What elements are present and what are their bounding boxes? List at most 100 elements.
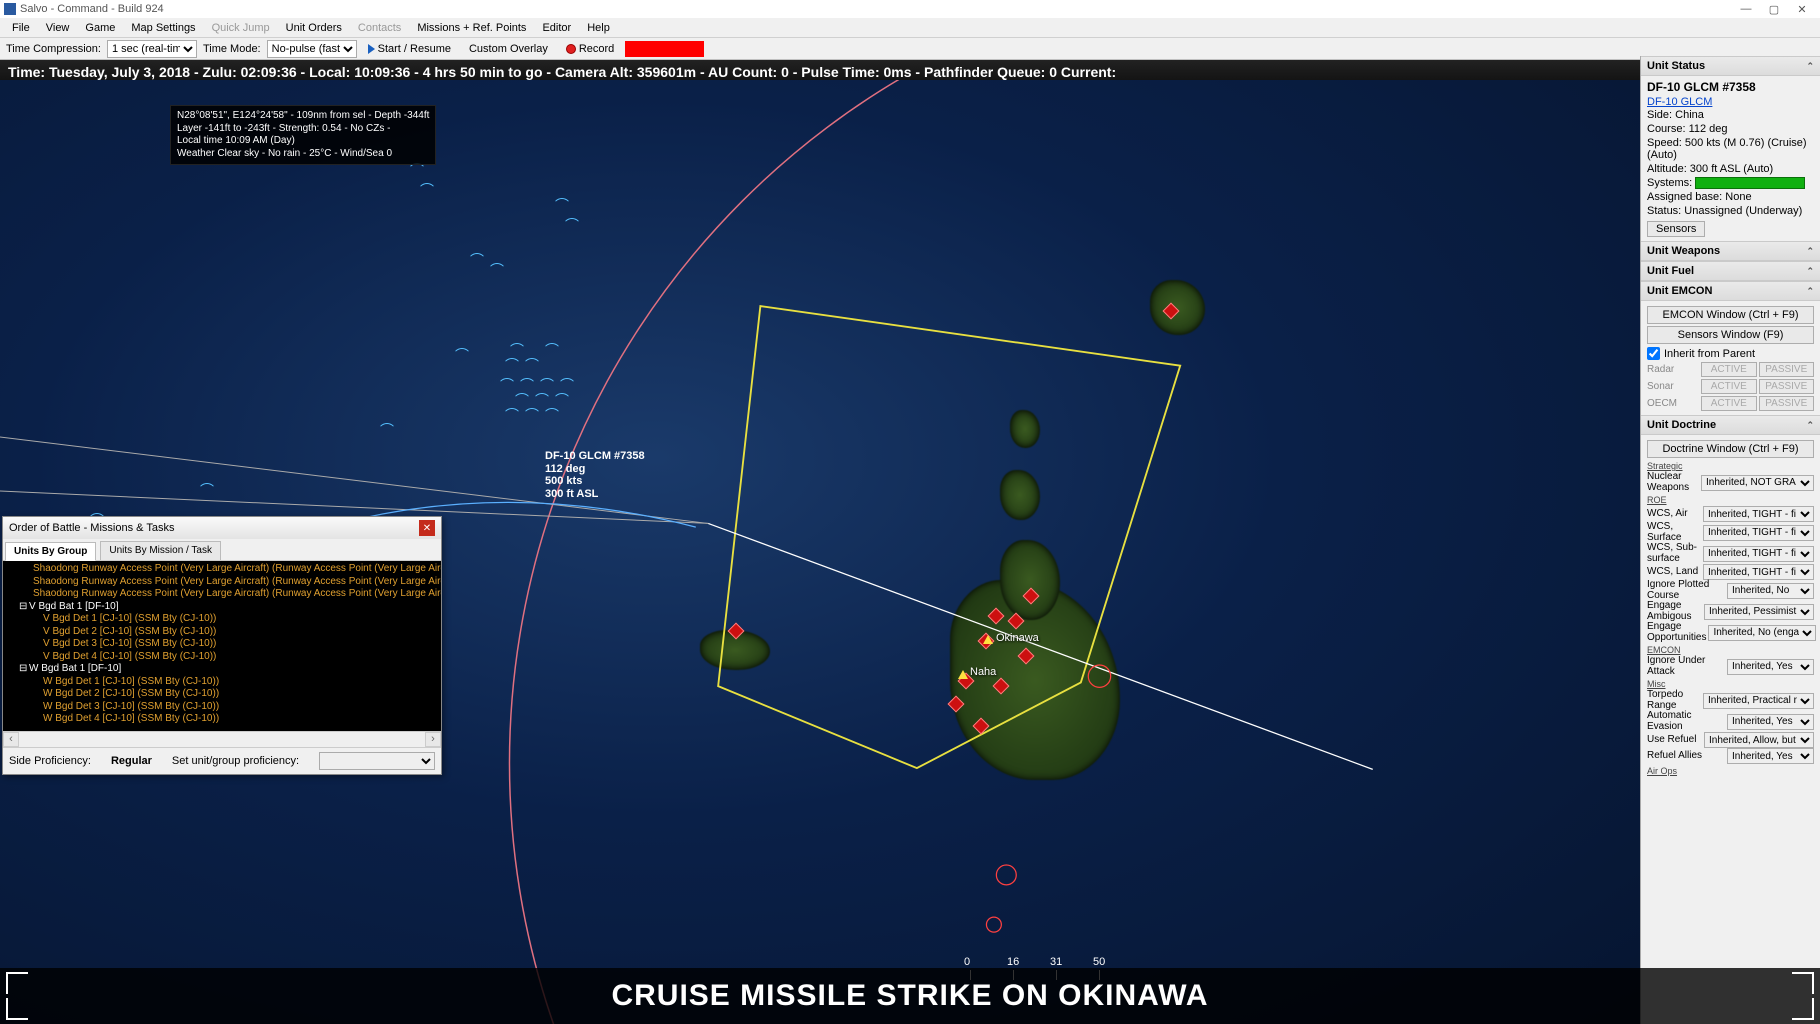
friendly-unit-icon[interactable]: ⌒ <box>490 260 506 272</box>
oob-tree[interactable]: Shaodong Runway Access Point (Very Large… <box>3 561 441 731</box>
set-prof-select[interactable] <box>319 752 435 770</box>
oob-row[interactable]: Shaodong Runway Access Point (Very Large… <box>3 588 441 601</box>
expand-icon[interactable]: ⊟ <box>19 663 29 676</box>
friendly-unit-icon[interactable]: ⌒ <box>200 480 216 492</box>
maximize-button[interactable]: ▢ <box>1760 0 1788 18</box>
doctrine-select[interactable]: Inherited, NOT GRA <box>1701 475 1814 491</box>
oob-hscrollbar[interactable]: ‹ › <box>3 731 441 747</box>
friendly-unit-icon[interactable]: ⌒ <box>555 390 571 402</box>
oob-row[interactable]: V Bgd Det 2 [CJ-10] (SSM Bty (CJ-10)) <box>3 626 441 639</box>
unit-doctrine-header[interactable]: Unit Doctrine ⌃ <box>1641 415 1820 435</box>
start-resume-button[interactable]: Start / Resume <box>361 41 458 57</box>
oob-row[interactable]: W Bgd Det 2 [CJ-10] (SSM Bty (CJ-10)) <box>3 688 441 701</box>
friendly-unit-icon[interactable]: ⌒ <box>380 420 396 432</box>
unit-fuel-header[interactable]: Unit Fuel ⌃ <box>1641 261 1820 281</box>
unit-name: DF-10 GLCM #7358 <box>1647 80 1814 96</box>
friendly-unit-icon[interactable]: ⌒ <box>500 375 516 387</box>
friendly-unit-icon[interactable]: ⌒ <box>540 375 556 387</box>
minimize-button[interactable]: — <box>1732 0 1760 18</box>
scroll-track[interactable] <box>19 732 425 747</box>
oob-row[interactable]: V Bgd Det 4 [CJ-10] (SSM Bty (CJ-10)) <box>3 651 441 664</box>
oob-titlebar[interactable]: Order of Battle - Missions & Tasks ✕ <box>3 517 441 539</box>
friendly-unit-icon[interactable]: ⌒ <box>520 375 536 387</box>
menu-item-editor[interactable]: Editor <box>534 20 579 36</box>
emcon-passive-button[interactable]: PASSIVE <box>1759 396 1815 411</box>
sensors-button[interactable]: Sensors <box>1647 221 1705 237</box>
inherit-checkbox[interactable] <box>1647 347 1660 360</box>
menu-item-help[interactable]: Help <box>579 20 618 36</box>
friendly-unit-icon[interactable]: ⌒ <box>515 390 531 402</box>
unit-weapons-header[interactable]: Unit Weapons ⌃ <box>1641 241 1820 261</box>
oob-row[interactable]: Shaodong Runway Access Point (Very Large… <box>3 563 441 576</box>
oob-close-button[interactable]: ✕ <box>419 520 435 536</box>
oob-row[interactable]: W Bgd Det 1 [CJ-10] (SSM Bty (CJ-10)) <box>3 676 441 689</box>
custom-overlay-button[interactable]: Custom Overlay <box>462 41 555 57</box>
friendly-unit-icon[interactable]: ⌒ <box>545 340 561 352</box>
oob-row[interactable]: W Bgd Det 4 [CJ-10] (SSM Bty (CJ-10)) <box>3 713 441 726</box>
oob-tab-units-by-mission[interactable]: Units By Mission / Task <box>100 541 221 560</box>
oob-row[interactable]: Shaodong Runway Access Point (Very Large… <box>3 576 441 589</box>
oob-row[interactable]: ⊟V Bgd Bat 1 [DF-10] <box>3 601 441 614</box>
expand-icon[interactable]: ⊟ <box>19 601 29 614</box>
oob-row[interactable]: ⊟W Bgd Bat 1 [DF-10] <box>3 663 441 676</box>
doctrine-key: WCS, Land <box>1647 567 1701 578</box>
unit-status-header[interactable]: Unit Status ⌃ <box>1641 56 1820 76</box>
menu-item-unit-orders[interactable]: Unit Orders <box>278 20 350 36</box>
doctrine-select[interactable]: Inherited, Allow, but <box>1704 732 1814 748</box>
friendly-unit-icon[interactable]: ⌒ <box>505 355 521 367</box>
friendly-unit-icon[interactable]: ⌒ <box>470 250 486 262</box>
emcon-active-button[interactable]: ACTIVE <box>1701 396 1757 411</box>
menu-item-map-settings[interactable]: Map Settings <box>123 20 203 36</box>
time-mode-select[interactable]: No-pulse (fast) <box>267 40 357 58</box>
emcon-active-button[interactable]: ACTIVE <box>1701 362 1757 377</box>
doctrine-select[interactable]: Inherited, TIGHT - fi <box>1703 564 1814 580</box>
close-button[interactable]: ✕ <box>1788 0 1816 18</box>
oob-row-label: Shaodong Runway Access Point (Very Large… <box>33 576 441 587</box>
doctrine-select[interactable]: Inherited, TIGHT - fi <box>1703 525 1814 541</box>
time-compression-select[interactable]: 1 sec (real-time) <box>107 40 197 58</box>
doctrine-select[interactable]: Inherited, No <box>1727 583 1814 599</box>
emcon-passive-button[interactable]: PASSIVE <box>1759 379 1815 394</box>
oob-row[interactable]: V Bgd Det 3 [CJ-10] (SSM Bty (CJ-10)) <box>3 638 441 651</box>
unit-emcon-header[interactable]: Unit EMCON ⌃ <box>1641 281 1820 301</box>
collapse-icon: ⌃ <box>1806 246 1814 257</box>
oob-row[interactable]: V Bgd Det 1 [CJ-10] (SSM Bty (CJ-10)) <box>3 613 441 626</box>
doctrine-select[interactable]: Inherited, Practical r <box>1703 693 1814 709</box>
friendly-unit-icon[interactable]: ⌒ <box>455 345 471 357</box>
doctrine-window-button[interactable]: Doctrine Window (Ctrl + F9) <box>1647 440 1814 458</box>
game-speed-button[interactable]: Game Speed <box>625 41 704 57</box>
friendly-unit-icon[interactable]: ⌒ <box>565 215 581 227</box>
friendly-unit-icon[interactable]: ⌒ <box>560 375 576 387</box>
inherit-checkbox-row[interactable]: Inherit from Parent <box>1647 345 1814 362</box>
order-of-battle-panel[interactable]: Order of Battle - Missions & Tasks ✕ Uni… <box>2 516 442 775</box>
doctrine-select[interactable]: Inherited, Yes <box>1727 659 1814 675</box>
friendly-unit-icon[interactable]: ⌒ <box>525 355 541 367</box>
emcon-passive-button[interactable]: PASSIVE <box>1759 362 1815 377</box>
doctrine-select[interactable]: Inherited, Pessimist <box>1704 604 1814 620</box>
sensors-window-button[interactable]: Sensors Window (F9) <box>1647 326 1814 344</box>
friendly-unit-icon[interactable]: ⌒ <box>420 180 436 192</box>
oob-tab-units-by-group[interactable]: Units By Group <box>5 542 96 561</box>
friendly-unit-icon[interactable]: ⌒ <box>545 405 561 417</box>
doctrine-select[interactable]: Inherited, TIGHT - fi <box>1703 506 1814 522</box>
scroll-right-icon[interactable]: › <box>425 732 441 747</box>
friendly-unit-icon[interactable]: ⌒ <box>525 405 541 417</box>
menu-item-game[interactable]: Game <box>77 20 123 36</box>
oob-row[interactable]: W Bgd Det 3 [CJ-10] (SSM Bty (CJ-10)) <box>3 701 441 714</box>
emcon-active-button[interactable]: ACTIVE <box>1701 379 1757 394</box>
menu-item-view[interactable]: View <box>38 20 78 36</box>
doctrine-select[interactable]: Inherited, No (enga <box>1708 625 1816 641</box>
record-button[interactable]: Record <box>559 41 621 57</box>
doctrine-select[interactable]: Inherited, Yes <box>1727 748 1814 764</box>
unit-type-link[interactable]: DF-10 GLCM <box>1647 96 1712 108</box>
doctrine-select[interactable]: Inherited, TIGHT - fi <box>1703 546 1814 562</box>
menu-item-missions-ref-points[interactable]: Missions + Ref. Points <box>409 20 534 36</box>
friendly-unit-icon[interactable]: ⌒ <box>535 390 551 402</box>
menu-item-file[interactable]: File <box>4 20 38 36</box>
doctrine-select[interactable]: Inherited, Yes <box>1727 714 1814 730</box>
friendly-unit-icon[interactable]: ⌒ <box>510 340 526 352</box>
friendly-unit-icon[interactable]: ⌒ <box>505 405 521 417</box>
scroll-left-icon[interactable]: ‹ <box>3 732 19 747</box>
emcon-window-button[interactable]: EMCON Window (Ctrl + F9) <box>1647 306 1814 324</box>
friendly-unit-icon[interactable]: ⌒ <box>555 195 571 207</box>
